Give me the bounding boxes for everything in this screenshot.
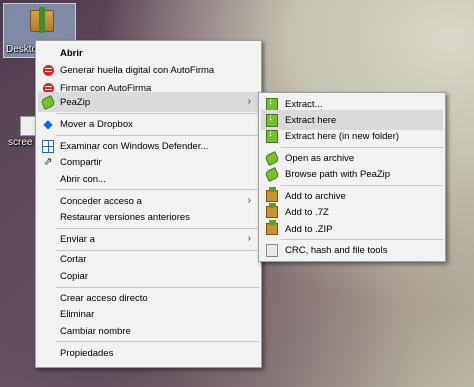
peazip-icon (264, 166, 280, 182)
menu-item-label: Enviar a (60, 233, 95, 245)
extract-icon (266, 112, 278, 127)
windows-defender-icon (42, 139, 54, 153)
menu-item-restaurar[interactable]: Restaurar versiones anteriores (38, 207, 259, 227)
package-icon (30, 7, 54, 33)
menu-item-label: Cambiar nombre (60, 325, 131, 337)
desktop-icon-label: Deskto (6, 44, 38, 55)
menu-item-label: Mover a Dropbox (60, 118, 133, 130)
archive-icon (266, 203, 278, 218)
menu-item-propiedades[interactable]: Propiedades (38, 343, 259, 363)
crc-icon (266, 243, 278, 257)
submenu-item-add-to-zip[interactable]: Add to .ZIP (261, 219, 443, 239)
menu-item-label: Abrir (60, 47, 83, 59)
menu-item-label: Eliminar (60, 308, 95, 320)
submenu-item-label: Add to .ZIP (285, 223, 333, 235)
submenu-item-label: Extract here (in new folder) (285, 130, 400, 142)
submenu-item-browse-path[interactable]: Browse path with PeaZip (261, 164, 443, 184)
menu-separator (56, 189, 259, 190)
menu-item-label: Abrir con... (60, 173, 106, 185)
submenu-item-label: Add to archive (285, 190, 346, 202)
menu-item-label: Crear acceso directo (60, 292, 148, 304)
menu-item-label: Conceder acceso a (60, 195, 142, 207)
submenu-item-crc-hash[interactable]: CRC, hash and file tools (261, 240, 443, 260)
submenu-item-label: Extract here (285, 114, 337, 126)
menu-item-abrir-con[interactable]: Abrir con... (38, 169, 259, 189)
menu-item-dropbox[interactable]: ◆ Mover a Dropbox (38, 114, 259, 134)
submenu-item-extract-new-folder[interactable]: Extract here (in new folder) (261, 126, 443, 146)
menu-separator (56, 341, 259, 342)
menu-item-enviar-a[interactable]: Enviar a › (38, 229, 259, 249)
menu-item-label: Examinar con Windows Defender... (60, 140, 209, 152)
menu-item-label: Propiedades (60, 347, 114, 359)
chevron-right-icon: › (247, 195, 251, 206)
peazip-submenu: Extract... Extract here Extract here (in… (258, 92, 446, 262)
menu-item-cambiar-nombre[interactable]: Cambiar nombre (38, 321, 259, 341)
submenu-item-label: Open as archive (285, 152, 355, 164)
peazip-icon (264, 150, 280, 166)
chevron-right-icon: › (247, 233, 251, 244)
submenu-item-label: Add to .7Z (285, 206, 329, 218)
extract-icon (266, 128, 278, 143)
menu-item-label: Generar huella digital con AutoFirma (60, 64, 215, 76)
peazip-icon (40, 94, 56, 110)
desktop-file-label: scree (8, 137, 33, 148)
menu-item-label: Copiar (60, 270, 88, 282)
menu-item-copiar[interactable]: Copiar (38, 266, 259, 286)
menu-item-generar-huella[interactable]: Generar huella digital con AutoFirma (38, 60, 259, 80)
archive-icon (266, 187, 278, 202)
archive-icon (266, 220, 278, 235)
autofirma-icon (42, 64, 54, 76)
dropbox-icon: ◆ (43, 117, 53, 131)
submenu-item-label: CRC, hash and file tools (285, 244, 388, 256)
menu-item-peazip[interactable]: PeaZip › (38, 92, 259, 112)
menu-item-label: Restaurar versiones anteriores (60, 211, 190, 223)
context-menu: Abrir Generar huella digital con AutoFir… (35, 40, 262, 368)
menu-item-label: PeaZip (60, 96, 91, 108)
extract-icon (266, 96, 278, 111)
submenu-item-label: Browse path with PeaZip (285, 168, 391, 180)
submenu-item-label: Extract... (285, 98, 323, 110)
menu-item-label: Compartir (60, 156, 102, 168)
chevron-right-icon: › (247, 96, 251, 107)
share-icon: ⇗ (43, 156, 53, 168)
menu-item-label: Cortar (60, 253, 87, 265)
